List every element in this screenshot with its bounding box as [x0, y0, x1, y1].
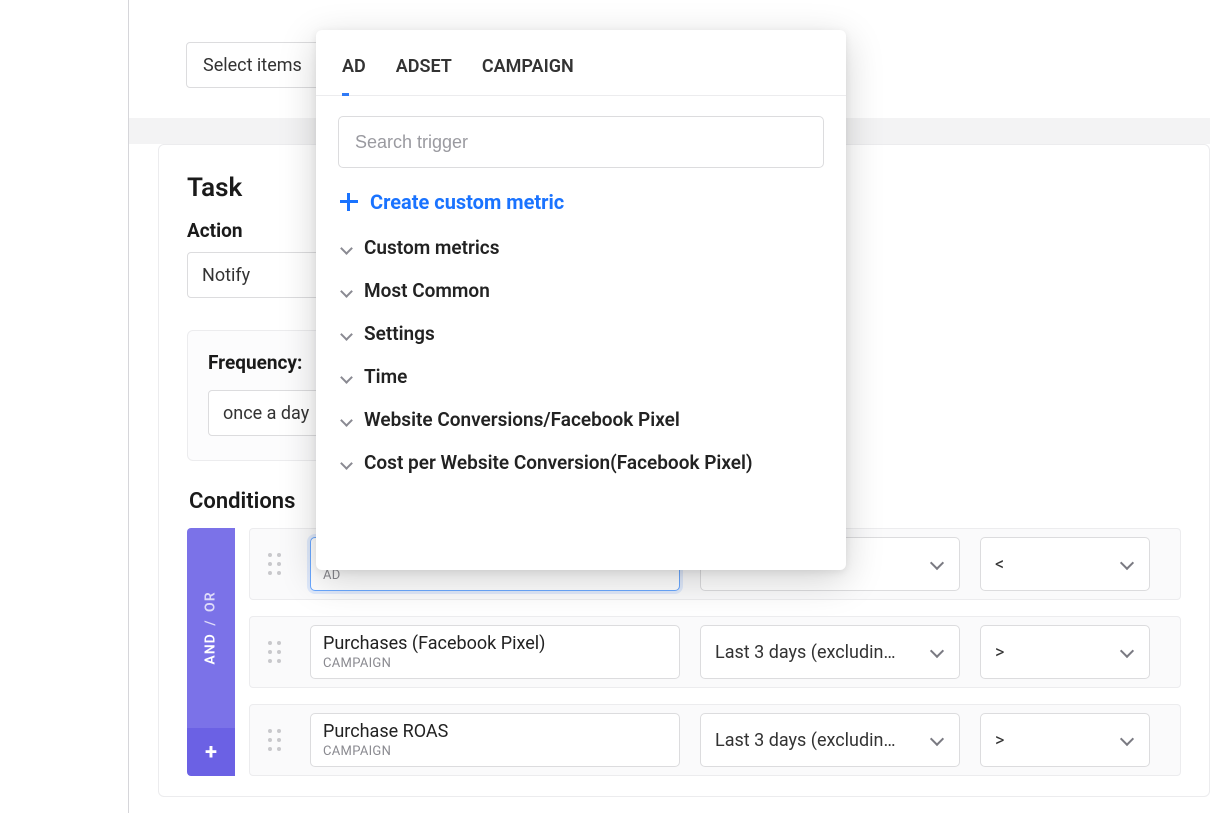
trigger-categories: Custom metrics Most Common Settings Time Web… [338, 226, 824, 484]
time-window-value: Last 3 days (excludin… [715, 642, 895, 663]
trigger-select[interactable]: Purchase ROAS CAMPAIGN [310, 713, 680, 767]
add-condition-button[interactable]: + [187, 728, 235, 776]
trigger-dropdown-body: Create custom metric Custom metrics Most … [316, 96, 846, 562]
frequency-value: once a day [223, 403, 309, 424]
trigger-tab-adset[interactable]: ADSET [396, 56, 452, 95]
trigger-category-label: Most Common [364, 279, 490, 302]
chevron-down-icon [929, 732, 945, 748]
chevron-down-icon [929, 644, 945, 660]
chevron-down-icon [340, 242, 352, 254]
trigger-category[interactable]: Time [338, 355, 824, 398]
chevron-down-icon [1119, 732, 1135, 748]
condition-row: Purchase ROAS CAMPAIGN Last 3 days (exclud… [249, 704, 1181, 776]
operator-select[interactable]: > [980, 713, 1150, 767]
chevron-down-icon [340, 414, 352, 426]
trigger-category[interactable]: Custom metrics [338, 226, 824, 269]
operator-select[interactable]: > [980, 625, 1150, 679]
trigger-select-label: Purchase ROAS [323, 721, 667, 742]
chevron-down-icon [1119, 644, 1135, 660]
trigger-scope-label: AD [323, 568, 667, 583]
trigger-select-label: Purchases (Facebook Pixel) [323, 633, 667, 654]
trigger-category-label: Settings [364, 322, 435, 345]
trigger-tab-ad[interactable]: AD [342, 56, 366, 95]
chevron-down-icon [929, 556, 945, 572]
trigger-category[interactable]: Cost per Website Conversion(Facebook Pix… [338, 441, 824, 484]
create-custom-metric-button[interactable]: Create custom metric [340, 190, 822, 214]
chevron-down-icon [340, 371, 352, 383]
andor-slash: / [203, 619, 219, 625]
trigger-category-label: Website Conversions/Facebook Pixel [364, 408, 680, 431]
chevron-down-icon [340, 328, 352, 340]
condition-body: Purchases (Facebook Pixel) CAMPAIGN Last 3… [249, 616, 1181, 688]
andor-toggle[interactable]: AND / OR [187, 528, 235, 728]
time-window-select[interactable]: Last 3 days (excludin… [700, 625, 960, 679]
trigger-dropdown-panel: AD ADSET CAMPAIGN Create custom metric Cus… [316, 30, 846, 570]
drag-handle-icon[interactable] [262, 636, 286, 668]
trigger-category[interactable]: Most Common [338, 269, 824, 312]
drag-handle-icon[interactable] [262, 548, 286, 580]
trigger-category-label: Time [364, 365, 407, 388]
time-window-value: Last 3 days (excludin… [715, 730, 895, 751]
trigger-category[interactable]: Settings [338, 312, 824, 355]
create-custom-metric-label: Create custom metric [370, 190, 564, 214]
operator-value: > [995, 730, 1004, 751]
trigger-search-input[interactable] [338, 116, 824, 168]
operator-select[interactable]: < [980, 537, 1150, 591]
time-window-select[interactable]: Last 3 days (excludin… [700, 713, 960, 767]
chevron-down-icon [1119, 556, 1135, 572]
chevron-down-icon [340, 285, 352, 297]
trigger-category-label: Custom metrics [364, 236, 499, 259]
operator-value: > [995, 642, 1004, 663]
trigger-category[interactable]: Website Conversions/Facebook Pixel [338, 398, 824, 441]
action-value: Notify [202, 265, 250, 286]
trigger-scope-label: CAMPAIGN [323, 656, 667, 671]
trigger-scope-label: CAMPAIGN [323, 744, 667, 759]
chevron-down-icon [340, 457, 352, 469]
andor-or: OR [203, 591, 219, 612]
operator-value: < [995, 554, 1004, 575]
trigger-tabs: AD ADSET CAMPAIGN [316, 30, 846, 96]
trigger-category-label: Cost per Website Conversion(Facebook Pix… [364, 451, 753, 474]
drag-handle-icon[interactable] [262, 724, 286, 756]
condition-row: Purchases (Facebook Pixel) CAMPAIGN Last 3… [249, 616, 1181, 688]
trigger-select[interactable]: Purchases (Facebook Pixel) CAMPAIGN [310, 625, 680, 679]
trigger-tab-campaign[interactable]: CAMPAIGN [482, 56, 574, 95]
condition-body: Purchase ROAS CAMPAIGN Last 3 days (exclud… [249, 704, 1181, 776]
plus-icon [340, 193, 358, 211]
andor-and: AND [203, 633, 219, 664]
